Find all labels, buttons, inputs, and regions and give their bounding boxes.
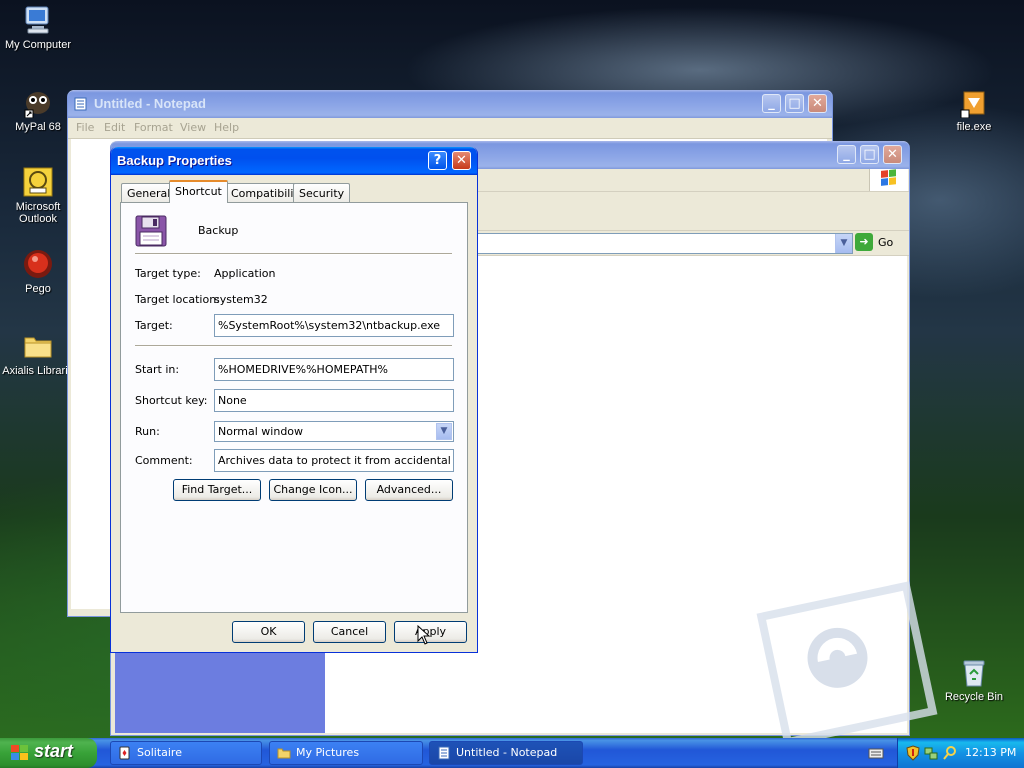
menu-edit[interactable]: Edit bbox=[104, 121, 125, 134]
mouse-cursor-icon bbox=[417, 624, 431, 645]
help-icon: ? bbox=[433, 153, 442, 168]
chevron-down-icon[interactable]: ▼ bbox=[436, 423, 452, 440]
minimize-icon: _ bbox=[768, 96, 775, 111]
comment-label: Comment: bbox=[135, 454, 193, 467]
close-button[interactable]: ✕ bbox=[452, 151, 471, 170]
mypal-browser-icon bbox=[22, 86, 54, 119]
minimize-button[interactable]: _ bbox=[762, 94, 781, 113]
taskbar-item-notepad[interactable]: Untitled - Notepad bbox=[429, 741, 583, 765]
go-arrow-icon[interactable]: ➜ bbox=[855, 233, 873, 251]
recycle-bin-icon bbox=[958, 656, 990, 688]
desktop-icon-label: Recycle Bin bbox=[944, 691, 1004, 703]
outlook-icon bbox=[22, 166, 54, 198]
close-icon: ✕ bbox=[812, 96, 823, 111]
security-shield-icon[interactable] bbox=[906, 745, 920, 761]
shortcut-key-input[interactable]: None bbox=[214, 389, 454, 412]
dialog-titlebar[interactable]: Backup Properties ? ✕ bbox=[111, 147, 477, 175]
separator bbox=[135, 345, 452, 347]
maximize-icon: □ bbox=[863, 147, 876, 162]
start-button[interactable]: start bbox=[0, 738, 97, 768]
maximize-button[interactable]: □ bbox=[860, 145, 879, 164]
address-input[interactable]: ▼ bbox=[473, 233, 853, 254]
clock[interactable]: 12:13 PM bbox=[965, 746, 1016, 759]
desktop-icon-label: file.exe bbox=[956, 121, 992, 133]
solitaire-icon bbox=[118, 746, 132, 760]
target-type-value: Application bbox=[214, 267, 276, 280]
desktop-icon-file-exe[interactable]: file.exe bbox=[934, 86, 1014, 133]
change-icon-button[interactable]: Change Icon... bbox=[269, 479, 357, 501]
tab-security[interactable]: Security bbox=[293, 183, 351, 202]
folder-icon bbox=[277, 746, 291, 760]
target-input[interactable]: %SystemRoot%\system32\ntbackup.exe bbox=[214, 314, 454, 337]
windows-logo-icon bbox=[869, 169, 908, 191]
notepad-menubar: File Edit Format View Help bbox=[68, 118, 832, 139]
maximize-button[interactable]: □ bbox=[785, 94, 804, 113]
dialog-title: Backup Properties bbox=[117, 153, 232, 168]
notepad-titlebar[interactable]: Untitled - Notepad _ □ ✕ bbox=[68, 90, 832, 118]
target-label: Target: bbox=[135, 319, 173, 332]
menu-format[interactable]: Format bbox=[134, 121, 173, 134]
go-label[interactable]: Go bbox=[878, 236, 893, 249]
floppy-disk-icon bbox=[135, 215, 167, 247]
folder-icon bbox=[22, 330, 54, 362]
shortcut-tab-panel: Backup Target type: Application Target l… bbox=[120, 202, 468, 613]
taskbar: start Solitaire My Pictures Untitled - N… bbox=[0, 738, 1024, 768]
taskbar-item-my-pictures[interactable]: My Pictures bbox=[269, 741, 423, 765]
start-label: start bbox=[34, 741, 74, 761]
network-icon[interactable] bbox=[924, 745, 938, 761]
notepad-title: Untitled - Notepad bbox=[94, 96, 206, 111]
start-in-input[interactable]: %HOMEDRIVE%%HOMEPATH% bbox=[214, 358, 454, 381]
menu-help[interactable]: Help bbox=[214, 121, 239, 134]
find-target-button[interactable]: Find Target... bbox=[173, 479, 261, 501]
pego-icon bbox=[22, 248, 54, 280]
windows-flag-icon bbox=[10, 744, 30, 762]
target-location-value: system32 bbox=[214, 293, 268, 306]
minimize-icon: _ bbox=[843, 147, 850, 162]
separator bbox=[135, 253, 452, 255]
search-icon[interactable] bbox=[943, 745, 957, 761]
cancel-button[interactable]: Cancel bbox=[313, 621, 386, 643]
shortcut-key-label: Shortcut key: bbox=[135, 394, 208, 407]
taskbar-item-solitaire[interactable]: Solitaire bbox=[110, 741, 262, 765]
notepad-app-icon bbox=[74, 97, 88, 111]
notepad-icon bbox=[437, 746, 451, 760]
menu-file[interactable]: File bbox=[76, 121, 94, 134]
close-button[interactable]: ✕ bbox=[808, 94, 827, 113]
desktop-icon-label: My Computer bbox=[4, 39, 72, 51]
tab-shortcut[interactable]: Shortcut bbox=[169, 180, 228, 203]
run-label: Run: bbox=[135, 425, 160, 438]
desktop-icon-my-computer[interactable]: My Computer bbox=[0, 4, 78, 51]
close-button[interactable]: ✕ bbox=[883, 145, 902, 164]
ok-button[interactable]: OK bbox=[232, 621, 305, 643]
backup-properties-dialog[interactable]: Backup Properties ? ✕ General Shortcut C… bbox=[110, 147, 478, 653]
maximize-icon: □ bbox=[788, 96, 801, 111]
target-type-label: Target type: bbox=[135, 267, 201, 280]
close-icon: ✕ bbox=[887, 147, 898, 162]
menu-view[interactable]: View bbox=[180, 121, 206, 134]
system-tray: 12:13 PM bbox=[897, 738, 1024, 768]
taskbar-item-label: My Pictures bbox=[296, 746, 360, 759]
minimize-button[interactable]: _ bbox=[837, 145, 856, 164]
target-location-label: Target location: bbox=[135, 293, 220, 306]
comment-input[interactable]: Archives data to protect it from acciden… bbox=[214, 449, 454, 472]
advanced-button[interactable]: Advanced... bbox=[365, 479, 453, 501]
help-button[interactable]: ? bbox=[428, 151, 447, 170]
my-computer-icon bbox=[22, 4, 54, 36]
close-icon: ✕ bbox=[456, 153, 467, 168]
shortcut-name: Backup bbox=[198, 224, 239, 237]
desktop-icon-recycle-bin[interactable]: Recycle Bin bbox=[934, 656, 1014, 703]
start-in-label: Start in: bbox=[135, 363, 180, 376]
taskbar-item-label: Untitled - Notepad bbox=[456, 746, 558, 759]
chevron-down-icon[interactable]: ▼ bbox=[835, 234, 852, 253]
run-select[interactable]: Normal window ▼ bbox=[214, 421, 454, 442]
keyboard-icon[interactable] bbox=[868, 747, 884, 759]
installer-icon bbox=[958, 86, 990, 119]
taskbar-item-label: Solitaire bbox=[137, 746, 182, 759]
run-select-value: Normal window bbox=[218, 425, 304, 438]
